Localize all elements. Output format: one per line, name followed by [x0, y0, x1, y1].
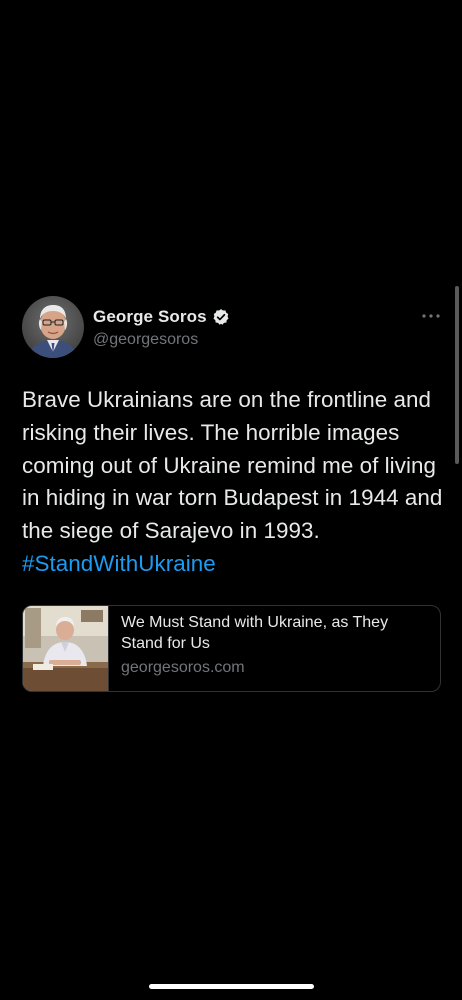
more-options-icon[interactable]: [420, 308, 442, 324]
avatar[interactable]: [22, 296, 84, 358]
card-body: We Must Stand with Ukraine, as They Stan…: [109, 606, 440, 691]
card-title[interactable]: We Must Stand with Ukraine, as They Stan…: [121, 612, 428, 654]
avatar-image: [22, 296, 84, 358]
author-name-row[interactable]: George Soros: [93, 306, 230, 328]
verified-badge-icon: [212, 308, 230, 326]
display-name[interactable]: George Soros: [93, 307, 207, 327]
card-thumbnail: [23, 606, 109, 691]
tweet-text: Brave Ukrainians are on the frontline an…: [22, 384, 447, 581]
card-domain: georgesoros.com: [121, 659, 245, 676]
scrollbar[interactable]: [455, 286, 459, 464]
author-handle[interactable]: @georgesoros: [93, 331, 198, 349]
hashtag-link[interactable]: #StandWithUkraine: [22, 551, 216, 576]
link-card[interactable]: We Must Stand with Ukraine, as They Stan…: [22, 605, 441, 692]
home-indicator[interactable]: [149, 984, 314, 989]
tweet-body-text: Brave Ukrainians are on the frontline an…: [22, 387, 443, 544]
tweet-detail-screen: George Soros @georgesoros Brave Ukrainia…: [0, 0, 462, 1000]
